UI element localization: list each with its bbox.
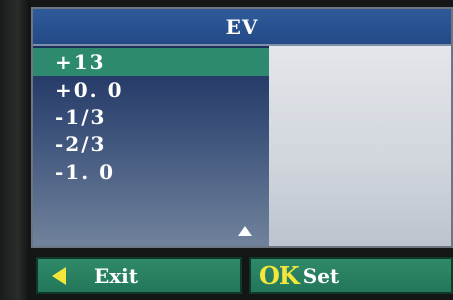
- scroll-up-icon[interactable]: [238, 226, 252, 236]
- soft-key-bar: Exit OK Set: [31, 251, 453, 300]
- ev-option-plus-13[interactable]: +13: [33, 48, 269, 76]
- menu-title: EV: [225, 14, 259, 39]
- exit-label: Exit: [94, 263, 139, 288]
- ev-option-plus-0-0[interactable]: +0. 0: [33, 76, 269, 104]
- triangle-left-icon: [52, 266, 66, 285]
- title-bar: EV: [33, 9, 451, 46]
- preview-panel: [269, 46, 451, 246]
- ev-option-minus-2-3[interactable]: -2/3: [33, 130, 269, 158]
- set-button[interactable]: OK Set: [249, 257, 453, 294]
- ev-menu-window: EV +13 +0. 0 -1/3 -2/3 -1. 0: [31, 7, 453, 248]
- camera-screen: EV +13 +0. 0 -1/3 -2/3 -1. 0 Exit OK Set: [0, 0, 453, 300]
- ev-option-minus-1-3[interactable]: -1/3: [33, 103, 269, 131]
- exit-button[interactable]: Exit: [36, 257, 242, 294]
- ev-option-minus-1-0[interactable]: -1. 0: [33, 158, 269, 186]
- set-label: Set: [302, 263, 340, 288]
- device-bezel: [0, 0, 30, 300]
- ok-icon: OK: [259, 261, 300, 290]
- ev-option-list: +13 +0. 0 -1/3 -2/3 -1. 0: [33, 46, 269, 246]
